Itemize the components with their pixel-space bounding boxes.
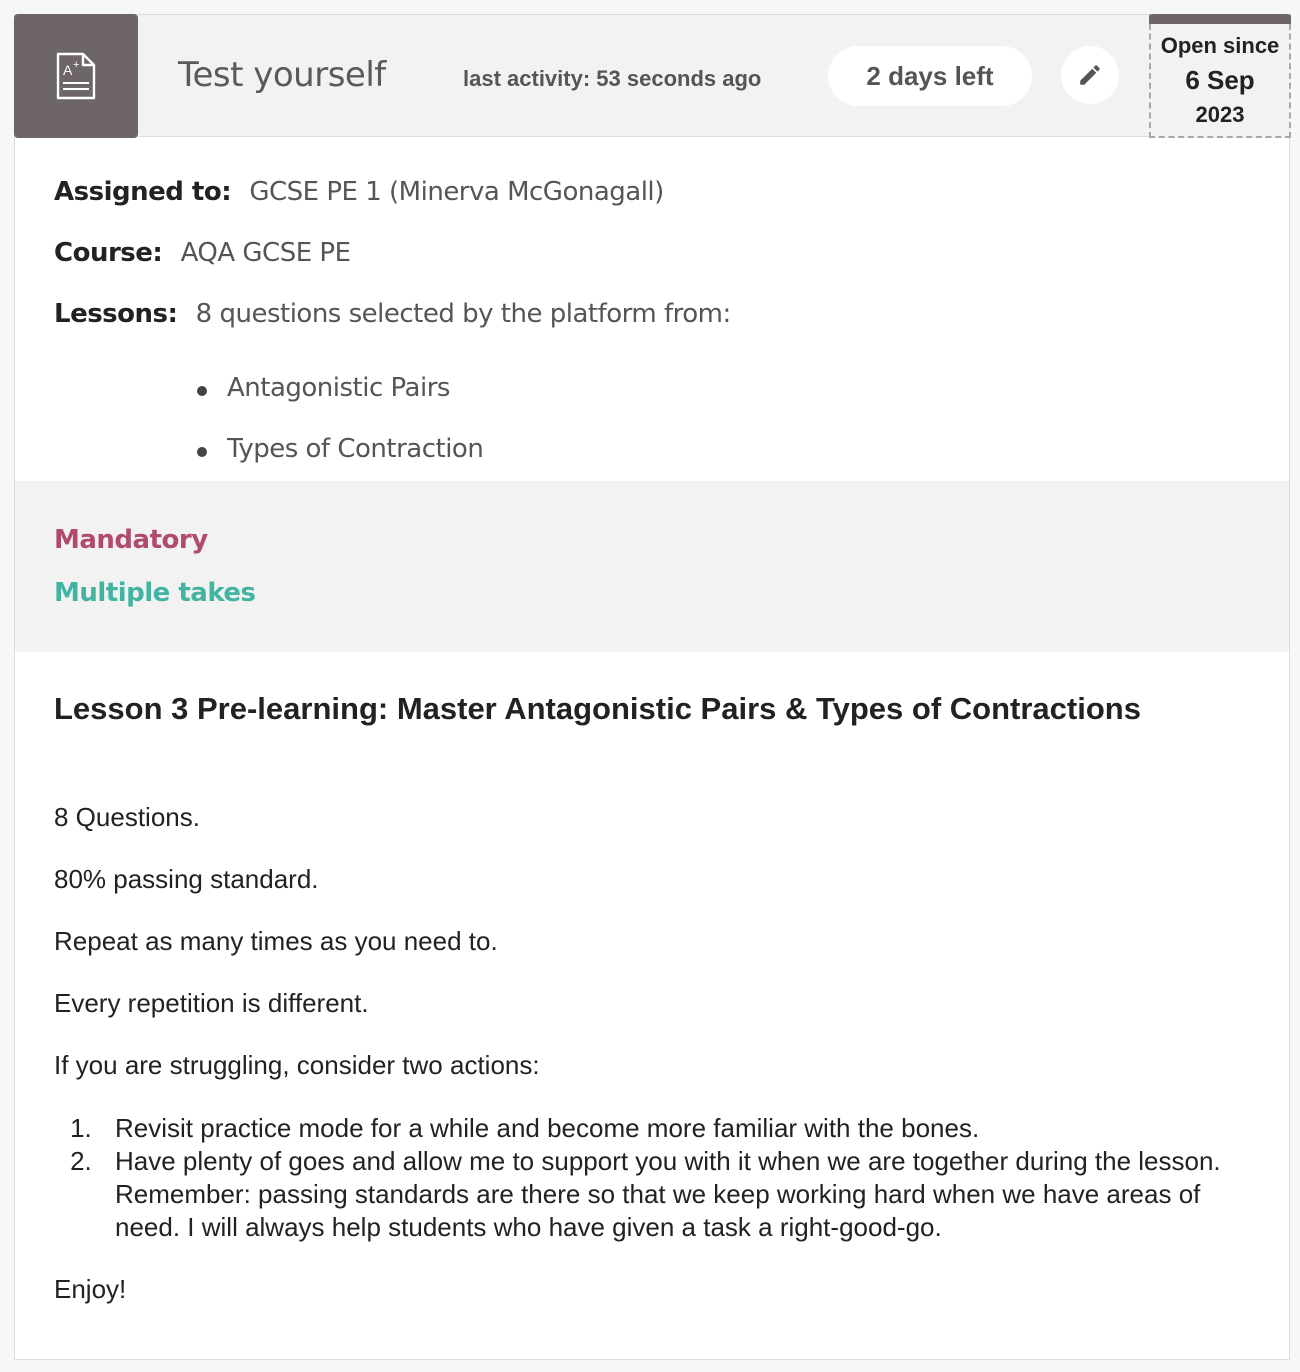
svg-text:+: + <box>73 59 79 71</box>
assignment-description: Lesson 3 Pre-learning: Master Antagonist… <box>54 691 1254 1304</box>
list-item: Antagonistic Pairs <box>197 373 483 434</box>
list-item: Revisit practice mode for a while and be… <box>99 1112 1259 1145</box>
assignment-header: A + Test yourself last activity: 53 seco… <box>14 14 1291 138</box>
mandatory-tag: Mandatory <box>54 525 208 555</box>
lessons-row: Lessons: 8 questions selected by the pla… <box>54 299 731 329</box>
multiple-takes-tag: Multiple takes <box>54 578 256 608</box>
graded-document-icon: A + <box>56 52 96 100</box>
assignment-title: Test yourself <box>178 55 386 95</box>
open-since-box: Open since 6 Sep 2023 <box>1149 14 1291 138</box>
assigned-to-row: Assigned to: GCSE PE 1 (Minerva McGonaga… <box>54 177 664 207</box>
lessons-value: 8 questions selected by the platform fro… <box>195 299 732 329</box>
list-item: Have plenty of goes and allow me to supp… <box>99 1145 1259 1244</box>
actions-list: Revisit practice mode for a while and be… <box>99 1112 1259 1244</box>
lesson-list: Antagonistic Pairs Types of Contraction <box>197 373 484 495</box>
description-paragraph: Every repetition is different. <box>54 988 369 1018</box>
description-paragraph: 80% passing standard. <box>54 864 319 894</box>
description-paragraph: Repeat as many times as you need to. <box>54 926 498 956</box>
closing-text: Enjoy! <box>54 1274 127 1304</box>
days-left-badge[interactable]: 2 days left <box>828 46 1032 106</box>
assignment-card: A + Test yourself last activity: 53 seco… <box>14 14 1291 1360</box>
open-since-label: Open since <box>1160 33 1280 58</box>
lessons-label: Lessons: <box>54 299 178 329</box>
assignment-type-tile: A + <box>14 14 138 138</box>
open-since-year: 2023 <box>1195 102 1245 127</box>
description-paragraph: 8 Questions. <box>54 802 200 832</box>
assignment-tags: Mandatory Multiple takes <box>15 481 1289 652</box>
assigned-to-label: Assigned to: <box>54 177 232 207</box>
description-paragraph: If you are struggling, consider two acti… <box>54 1050 540 1080</box>
assigned-to-value: GCSE PE 1 (Minerva McGonagall) <box>249 177 664 207</box>
open-since-bar <box>1149 14 1291 24</box>
svg-text:A: A <box>63 62 73 78</box>
last-activity-text: last activity: 53 seconds ago <box>463 66 762 91</box>
course-value: AQA GCSE PE <box>180 238 351 268</box>
course-row: Course: AQA GCSE PE <box>54 238 351 268</box>
description-heading: Lesson 3 Pre-learning: Master Antagonist… <box>54 691 1141 726</box>
open-since-date: 6 Sep <box>1185 65 1255 95</box>
course-label: Course: <box>54 238 163 268</box>
edit-button[interactable] <box>1061 46 1119 104</box>
pencil-icon <box>1080 65 1100 85</box>
days-left-label: 2 days left <box>866 60 994 91</box>
